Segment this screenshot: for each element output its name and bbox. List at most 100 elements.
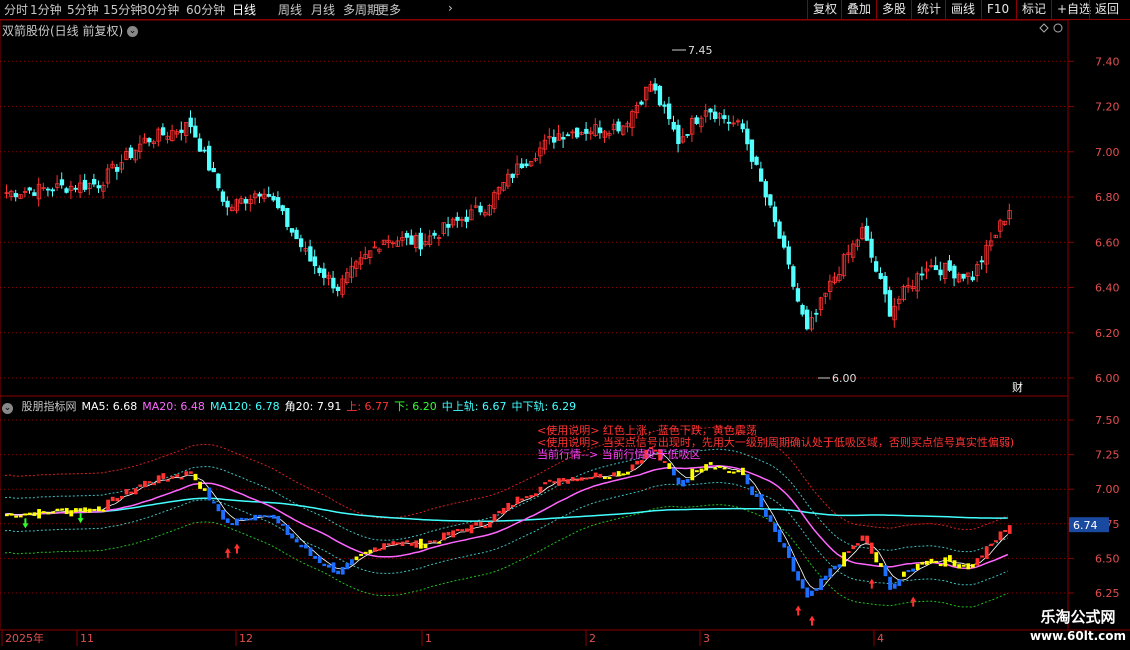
candle-body [740, 123, 745, 130]
candle-body [220, 191, 226, 202]
indicator-candle [474, 522, 478, 526]
y-tick-label: 7.00 [1095, 146, 1120, 159]
indicator-tick-label: 6.25 [1095, 587, 1120, 600]
candle-body [298, 238, 304, 248]
candle-body [243, 199, 249, 204]
indicator-candle [216, 504, 221, 512]
legend-item-4: 上: 6.77 [346, 400, 390, 413]
candle-body [713, 111, 718, 119]
indicator-candle [253, 514, 258, 521]
indicator-candle [78, 508, 83, 512]
indicator-candle [823, 575, 828, 580]
indicator-candle [814, 588, 819, 591]
ma5-line [4, 453, 1009, 590]
indicator-candle [299, 544, 304, 548]
indicator-candle [570, 477, 575, 482]
indicator-candle [612, 472, 616, 477]
indicator-candle [865, 535, 869, 544]
indicator-candle [340, 566, 345, 575]
indicator-candle [170, 476, 175, 479]
stock-title: 双箭股份(日线 前复权) [2, 24, 124, 38]
indicator-candle [129, 491, 133, 494]
indicator-candle [745, 474, 750, 485]
indicator-candle [718, 465, 722, 468]
indicator-candle [911, 568, 915, 572]
cai-label: 财 [1012, 380, 1023, 394]
indicator-candle [23, 513, 28, 516]
candle-body [800, 305, 805, 315]
indicator-candle [184, 471, 189, 476]
indicator-candle [455, 528, 460, 532]
indicator-candle [796, 571, 800, 581]
candle-body [791, 266, 796, 287]
circle-icon [1053, 23, 1063, 33]
chart-title: 双箭股份(日线 前复权) ⌄ [2, 22, 139, 39]
candle-body [59, 179, 65, 186]
indicator-candle [198, 481, 202, 489]
indicator-candle [819, 578, 823, 590]
indicator-candle [143, 480, 147, 488]
indicator-candle [787, 546, 791, 558]
indicator-candle [722, 467, 727, 470]
legend-item-2: MA120: 6.78 [209, 400, 280, 413]
indicator-candle [782, 543, 787, 548]
buy-arrow-icon [868, 578, 875, 589]
candle-body [864, 225, 870, 241]
indicator-candle [667, 463, 672, 469]
indicator-candle [731, 471, 736, 474]
candle-body [197, 138, 203, 152]
indicator-candle [87, 508, 92, 513]
indicator-candle [925, 560, 929, 565]
candle-body [777, 221, 782, 239]
indicator-candle [791, 556, 796, 572]
indicator-candle [543, 482, 547, 485]
indicator-candle [727, 471, 731, 474]
indicator-candle [561, 477, 566, 482]
indicator-candle [856, 543, 860, 546]
candle-body [653, 83, 658, 91]
watermark: 乐淘公式网 www.60lt.com [1030, 608, 1126, 646]
indicator-candle [534, 493, 538, 497]
indicator-notes: <使用说明> 红色上涨，蓝色下跌，黄色震荡 <使用说明> 当买点信号出现时，先用大… [537, 425, 1014, 461]
indicator-candle [708, 462, 713, 465]
candle-body [193, 125, 198, 138]
candle-body [27, 187, 32, 191]
indicator-candle [271, 514, 276, 519]
indicator-candle [161, 473, 166, 479]
candle-body [335, 286, 341, 292]
indicator-candle [239, 517, 244, 520]
chevron-down-icon[interactable]: ⌄ [127, 26, 139, 37]
candle-body [616, 121, 621, 132]
indicator-candle [469, 524, 474, 534]
indicator-candle [37, 509, 41, 519]
indicator-candle [584, 477, 589, 480]
indicator-candle [892, 583, 897, 589]
candle-body [970, 276, 975, 281]
candle-body [257, 193, 262, 197]
chevron-down-icon[interactable]: ⌄ [2, 403, 13, 414]
kline-chart: 7.40 7.20 7.00 6.80 6.60 6.40 6.20 6.00 7.50 7.25… [0, 19, 1130, 646]
candle-body [524, 163, 529, 167]
indicator-candle [368, 549, 373, 554]
indicator-candle [166, 479, 170, 482]
indicator-candle [547, 479, 552, 482]
indicator-candle [313, 555, 317, 559]
watermark-title: 乐淘公式网 [1040, 608, 1116, 626]
current-value-label: 6.74 [1073, 519, 1098, 532]
indicator-candle [133, 488, 138, 495]
candle-body [869, 238, 874, 258]
candle-body [887, 290, 893, 317]
candle-body [575, 127, 580, 138]
indicator-candle [175, 474, 179, 477]
indicator-candle [616, 471, 621, 477]
indicator-candle [662, 461, 667, 464]
indicator-candle [97, 506, 101, 512]
candle-body [552, 136, 557, 143]
candle-body [206, 145, 212, 171]
indicator-candle [506, 502, 511, 511]
y-tick-label: 7.20 [1095, 101, 1120, 114]
candle-body [565, 134, 571, 137]
indicator-legend: ⌄ 股朋指标网 MA5: 6.68 MA20: 6.48 MA120: 6.78 角20… [2, 398, 581, 414]
indicator-candle [681, 479, 685, 487]
diamond-icon [1039, 23, 1049, 33]
